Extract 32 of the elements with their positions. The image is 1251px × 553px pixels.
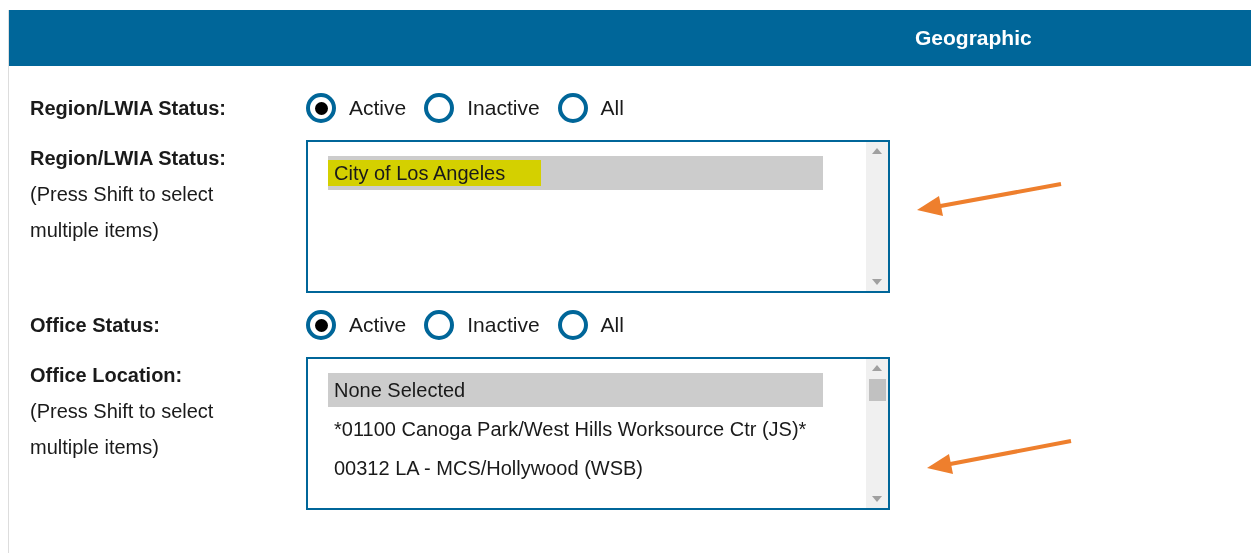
hint-text: (Press Shift to select multiple items) — [30, 182, 215, 243]
field-label: Region/LWIA Status: — [30, 96, 226, 121]
radio-button[interactable] — [557, 93, 588, 123]
radio-label: All — [600, 312, 624, 339]
field-label: Office Location: — [30, 363, 183, 388]
scroll-up-icon[interactable] — [872, 365, 882, 371]
radio-button[interactable] — [424, 310, 455, 340]
radio-button[interactable] — [306, 93, 336, 123]
scroll-thumb[interactable] — [869, 379, 886, 401]
scroll-down-icon[interactable] — [872, 279, 882, 285]
scroll-down-icon[interactable] — [872, 496, 882, 502]
field-label: Office Status: — [30, 313, 161, 338]
radio-button[interactable] — [424, 93, 455, 123]
list-option[interactable]: *01100 Canoga Park/West Hills Worksource Ctr (JS)* — [328, 412, 823, 446]
field-label: Region/LWIA Status: — [30, 146, 226, 171]
radio-label: Inactive — [467, 312, 540, 339]
list-option[interactable]: None Selected — [328, 373, 823, 407]
list-option[interactable]: City of Los Angeles — [328, 156, 823, 190]
radio-button[interactable] — [557, 310, 588, 340]
section-title: Geographic — [915, 25, 1032, 52]
radio-button[interactable] — [306, 310, 336, 340]
list-box[interactable]: City of Los Angeles — [306, 140, 890, 293]
scroll-up-icon[interactable] — [872, 148, 882, 154]
radio-label: Inactive — [467, 95, 540, 122]
scrollbar[interactable] — [866, 142, 888, 291]
scrollbar[interactable] — [866, 359, 888, 508]
hint-text: (Press Shift to select multiple items) — [30, 399, 215, 460]
list-option[interactable]: 00312 LA - MCS/Hollywood (WSB) — [328, 451, 823, 485]
radio-label: Active — [349, 312, 407, 339]
radio-label: Active — [349, 95, 407, 122]
list-box[interactable]: None Selected *01100 Canoga Park/West Hills Worksource Ctr (JS)* 00312 LA - MCS/Hollywood (WSB) — [306, 357, 890, 510]
radio-label: All — [600, 95, 624, 122]
